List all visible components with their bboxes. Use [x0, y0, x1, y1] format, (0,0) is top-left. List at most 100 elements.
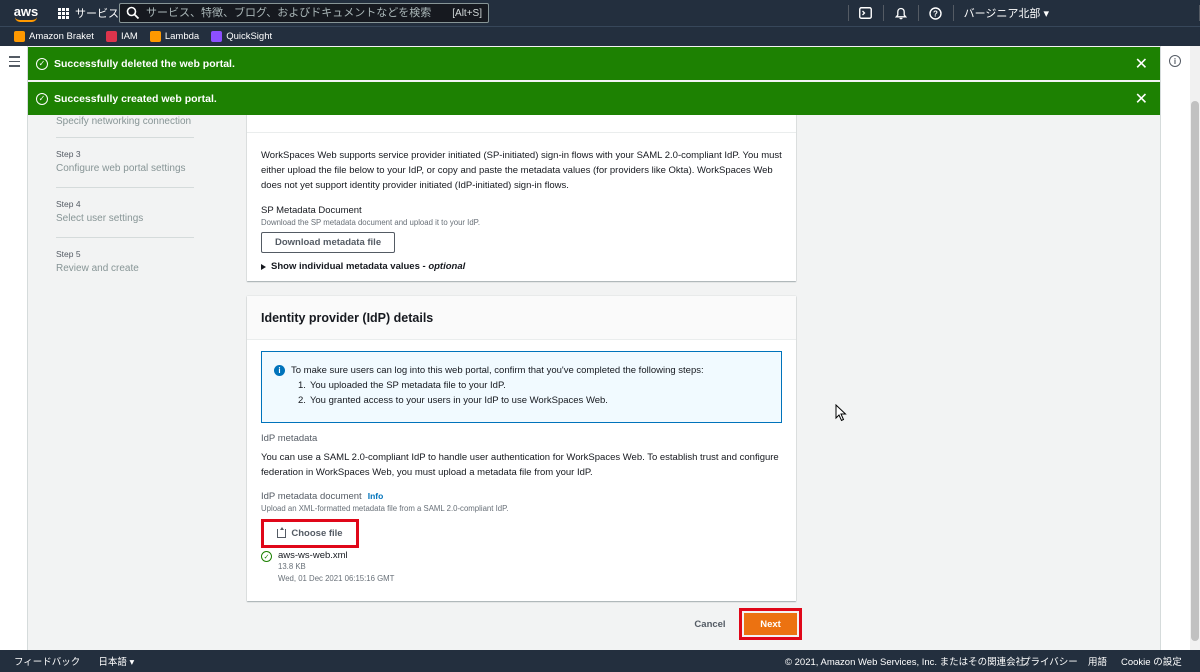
scrollbar-thumb[interactable]	[1191, 101, 1199, 641]
sp-metadata-document-label: SP Metadata Document	[261, 205, 362, 216]
step-label: Review and create	[56, 263, 139, 274]
favorite-label: Lambda	[164, 31, 200, 42]
search-shortcut: [Alt+S]	[452, 7, 482, 19]
mouse-cursor-icon	[835, 404, 847, 422]
alert-intro: To make sure users can log into this web…	[291, 365, 704, 376]
aws-logo[interactable]: aws	[6, 0, 46, 26]
cloudshell-icon[interactable]	[849, 0, 883, 26]
file-name: aws-ws-web.xml	[278, 550, 348, 561]
step-number: Step 3	[56, 149, 81, 159]
favorites-bar: Amazon Braket IAM Lambda QuickSight	[0, 26, 1200, 46]
top-navigation: aws サービス [Alt+S] ? バージニア北部 ▾	[0, 0, 1200, 26]
sp-metadata-panel: WorkSpaces Web supports service provider…	[247, 100, 796, 281]
flash-banner-deleted: ✓ Successfully deleted the web portal. ✕	[28, 47, 1160, 80]
step-number: Step 4	[56, 199, 81, 209]
file-size: 13.8 KB	[278, 562, 306, 571]
step-label: Configure web portal settings	[56, 163, 186, 174]
hamburger-menu-icon[interactable]	[9, 56, 20, 70]
idp-metadata-label: IdP metadata	[261, 433, 318, 444]
favorite-label: QuickSight	[226, 31, 273, 42]
idp-metadata-description: You can use a SAML 2.0-compliant IdP to …	[261, 452, 779, 478]
info-link[interactable]: Info	[368, 491, 384, 501]
favorite-lambda[interactable]: Lambda	[149, 31, 200, 42]
idp-details-panel: Identity provider (IdP) details i To mak…	[247, 296, 796, 601]
choose-file-label: Choose file	[291, 528, 343, 539]
services-label: サービス	[75, 8, 119, 20]
close-icon[interactable]: ✕	[1135, 89, 1148, 109]
next-button[interactable]: Next	[744, 613, 797, 635]
choose-file-button[interactable]: Choose file	[266, 524, 354, 543]
flash-message: Successfully deleted the web portal.	[54, 57, 235, 70]
grid-icon	[58, 7, 69, 19]
divider	[952, 5, 954, 21]
search-box[interactable]: [Alt+S]	[119, 3, 489, 23]
favorite-label: IAM	[120, 31, 138, 42]
flash-banner-created: ✓ Successfully created web portal. ✕	[28, 82, 1160, 115]
page-footer: フィードバック 日本語 ▾ © 2021, Amazon Web Service…	[0, 650, 1200, 672]
cookie-settings-link[interactable]: Cookie の設定	[1121, 654, 1182, 668]
alert-steps-list: 1. You uploaded the SP metadata file to y…	[291, 378, 704, 408]
sp-metadata-document-description: Download the SP metadata document and up…	[261, 218, 481, 227]
region-selector[interactable]: バージニア北部 ▾	[964, 5, 1049, 21]
help-icon[interactable]: ?	[919, 0, 953, 26]
flash-message: Successfully created web portal.	[54, 92, 217, 105]
alert-step: 2. You granted access to your users in yo…	[298, 395, 608, 406]
wizard-step-5: Step 5 Review and create	[56, 237, 194, 287]
terminal-icon	[859, 7, 873, 19]
iam-icon	[105, 31, 117, 42]
tools-panel-strip: i	[1160, 46, 1190, 650]
wizard-step-4: Step 4 Select user settings	[56, 187, 194, 237]
cancel-button[interactable]: Cancel	[688, 613, 732, 635]
favorite-label: Amazon Braket	[29, 31, 94, 42]
privacy-link[interactable]: プライバシー	[1021, 654, 1078, 668]
svg-text:?: ?	[933, 9, 938, 18]
info-alert: i To make sure users can log into this w…	[261, 351, 782, 423]
idp-document-label-row: IdP metadata document Info	[261, 491, 782, 502]
notifications-bell-icon[interactable]	[884, 0, 918, 26]
braket-icon	[14, 31, 25, 42]
language-selector[interactable]: 日本語 ▾	[98, 654, 134, 668]
search-input[interactable]	[140, 7, 453, 19]
caret-right-icon	[261, 263, 266, 270]
download-metadata-button[interactable]: Download metadata file	[261, 232, 396, 253]
file-modified: Wed, 01 Dec 2021 06:15:16 GMT	[278, 574, 395, 583]
uploaded-file-token: ✓ aws-ws-web.xml 13.8 KB Wed, 01 Dec 202…	[261, 550, 782, 585]
terms-link[interactable]: 用語	[1088, 654, 1107, 668]
alert-step: 1. You uploaded the SP metadata file to y…	[298, 380, 506, 391]
step-2-label: Specify networking connection	[56, 116, 192, 127]
favorite-iam[interactable]: IAM	[105, 31, 138, 42]
close-icon[interactable]: ✕	[1135, 54, 1148, 74]
metadata-values-expander[interactable]: Show individual metadata values - option…	[261, 261, 782, 272]
aws-smile-icon	[15, 17, 37, 22]
idp-panel-title: Identity provider (IdP) details	[247, 296, 796, 340]
nav-right: ? バージニア北部 ▾	[847, 0, 1200, 26]
quicksight-icon	[211, 31, 223, 42]
services-menu-button[interactable]: サービス	[58, 5, 119, 21]
idp-document-description: Upload an XML-formatted metadata file fr…	[261, 504, 509, 513]
choose-file-highlight: Choose file	[261, 519, 359, 548]
side-navigation-toggle-strip	[0, 46, 28, 650]
expander-label: Show individual metadata values - option…	[271, 261, 466, 272]
page-scrollbar[interactable]	[1190, 46, 1200, 650]
question-circle-icon: ?	[929, 6, 942, 20]
aws-logo-text: aws	[13, 3, 39, 19]
upload-icon	[277, 527, 287, 538]
step-number: Step 5	[56, 249, 81, 259]
favorite-quicksight[interactable]: QuickSight	[211, 31, 272, 42]
next-button-highlight: Next	[739, 608, 802, 640]
success-check-icon: ✓	[36, 92, 48, 105]
sp-description: WorkSpaces Web supports service provider…	[261, 150, 782, 191]
idp-document-label: IdP metadata document	[261, 491, 362, 502]
success-check-icon: ✓	[36, 57, 48, 70]
favorite-braket[interactable]: Amazon Braket	[14, 31, 94, 42]
feedback-link[interactable]: フィードバック	[14, 654, 80, 668]
wizard-step-3: Step 3 Configure web portal settings	[56, 137, 194, 187]
info-icon: i	[274, 365, 285, 376]
step-label: Select user settings	[56, 213, 144, 224]
wizard-steps: Specify networking connection Step 3 Con…	[56, 116, 194, 287]
copyright-text: © 2021, Amazon Web Services, Inc. またはその関…	[785, 657, 1035, 668]
lambda-icon	[149, 31, 161, 42]
success-check-icon: ✓	[261, 551, 272, 562]
info-icon[interactable]: i	[1169, 55, 1181, 67]
search-icon	[126, 6, 140, 20]
